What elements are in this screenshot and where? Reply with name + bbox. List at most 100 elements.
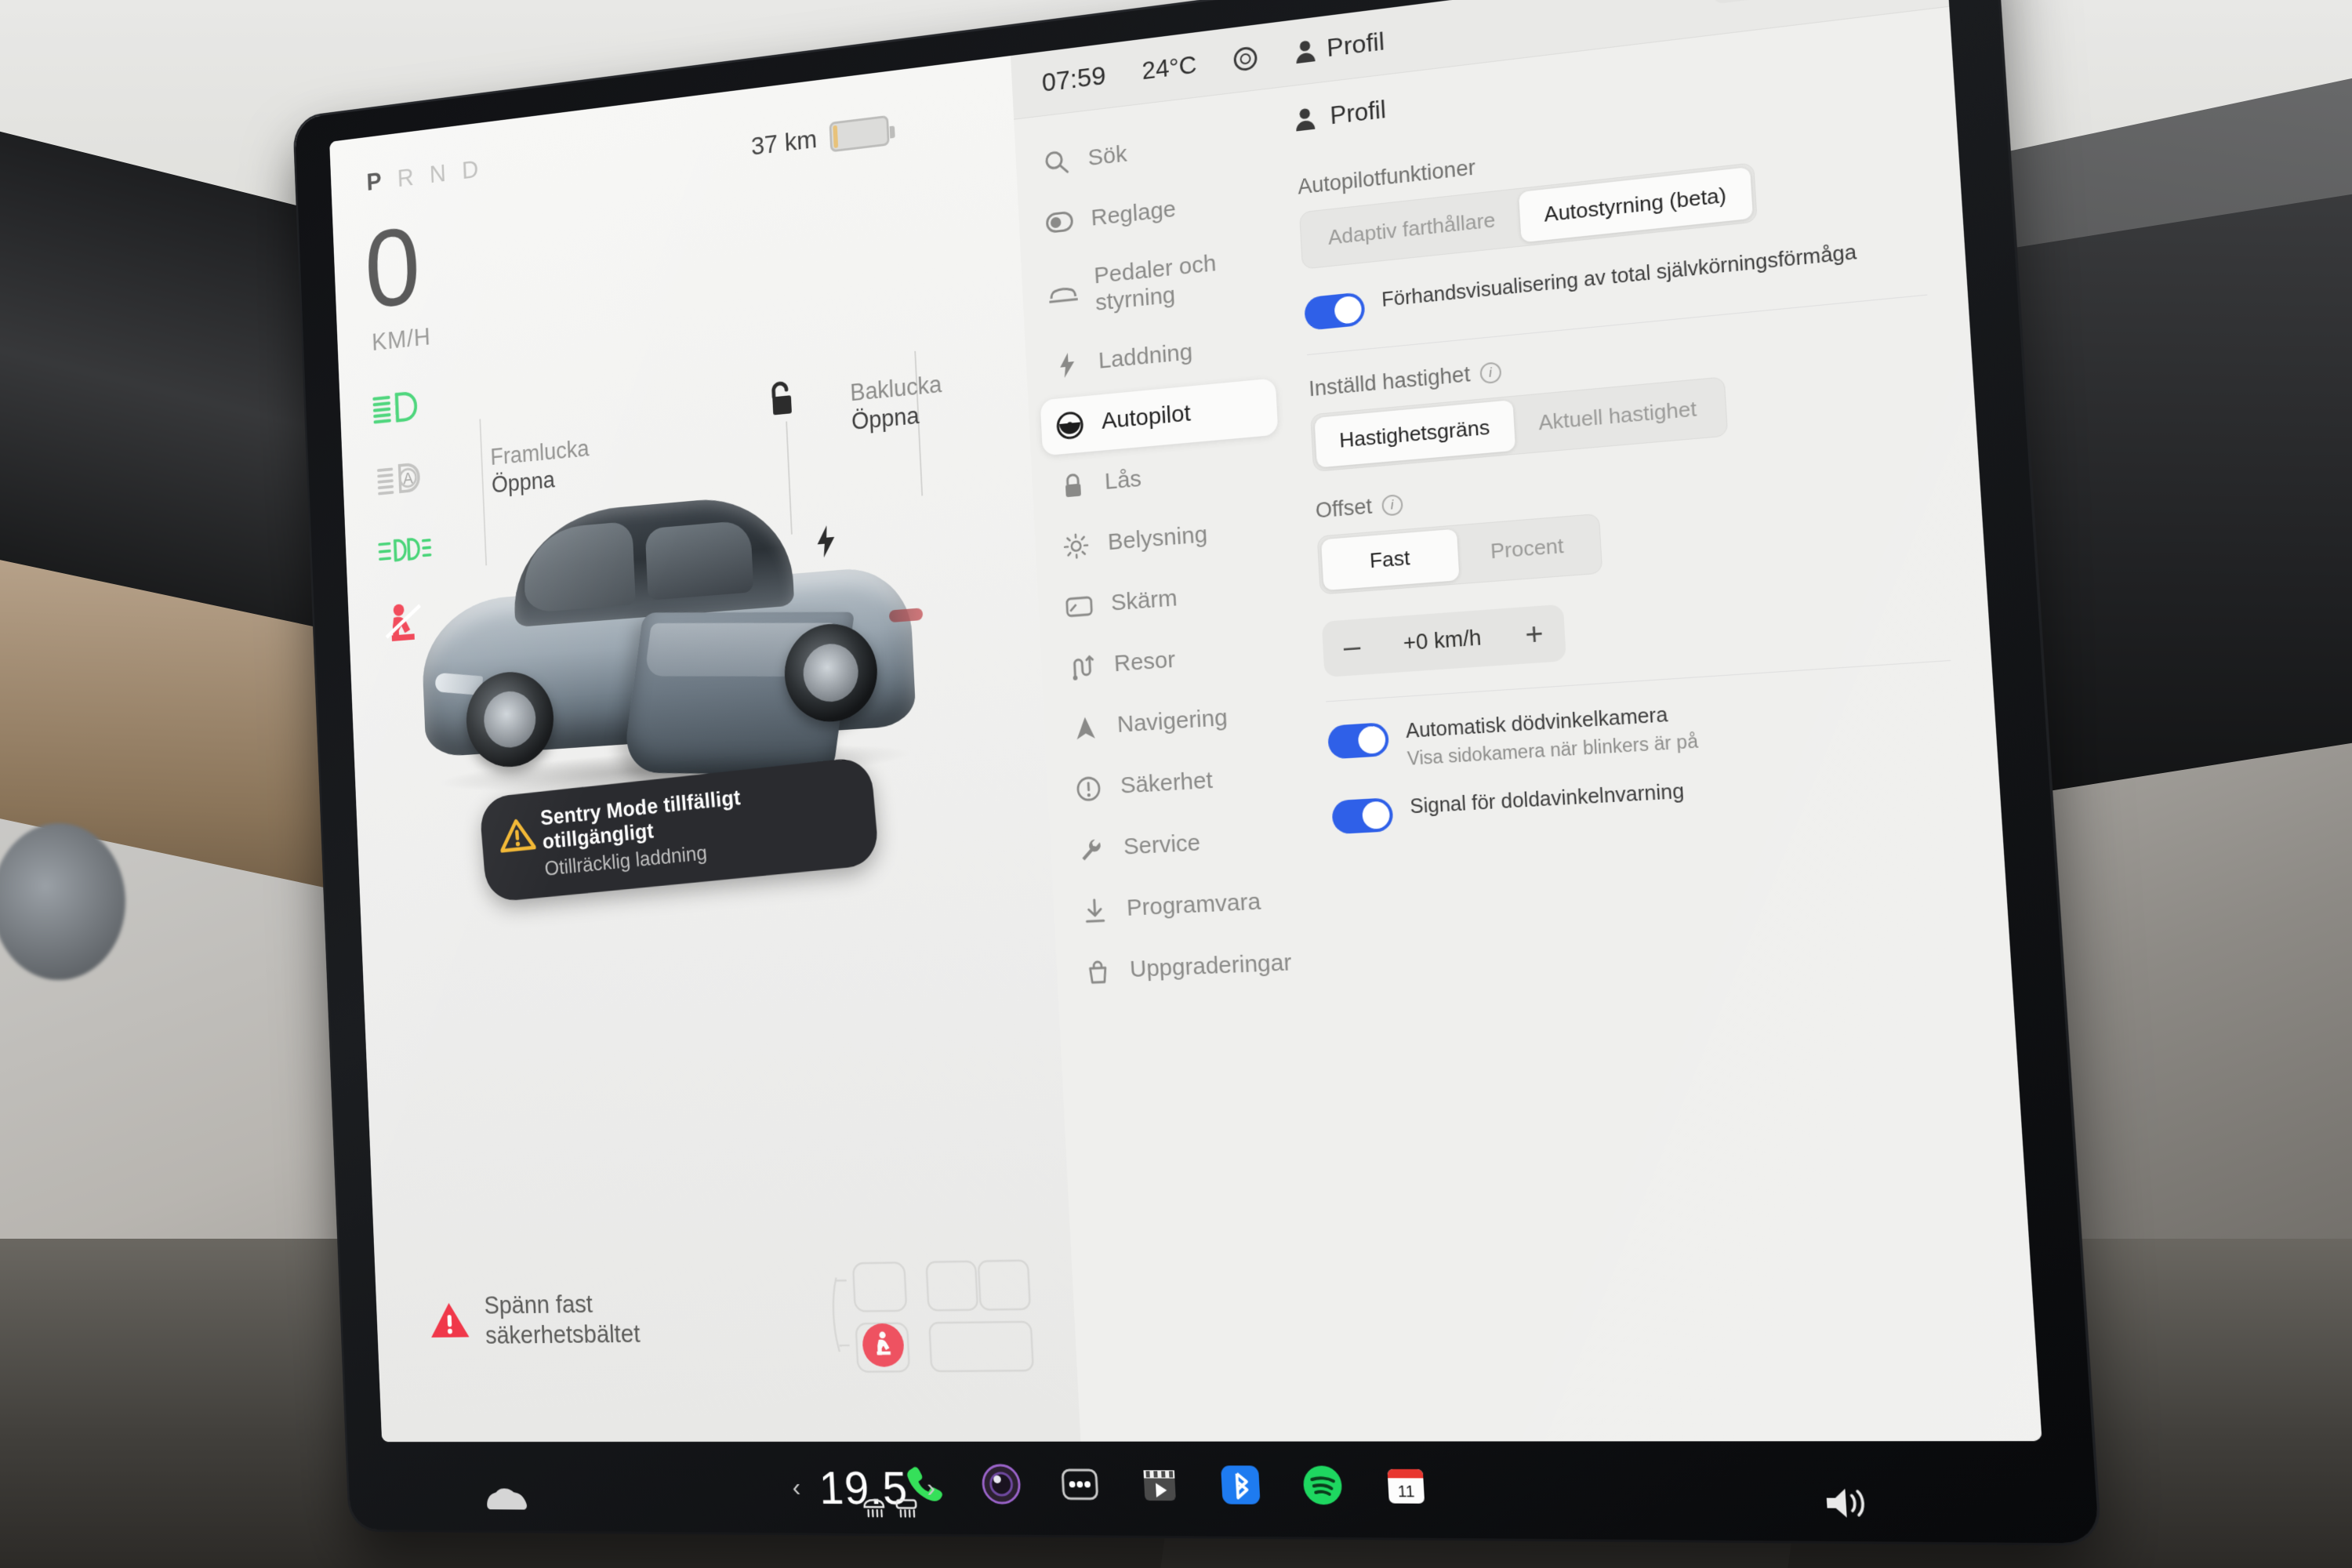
sidebar-item-display[interactable]: Skärm [1049, 562, 1288, 637]
blindspot-signal-toggle[interactable] [1331, 797, 1394, 835]
trunk-action[interactable]: Öppna [851, 399, 944, 437]
sidebar-item-software[interactable]: Programvara [1065, 872, 1305, 940]
segment-current-speed[interactable]: Aktuell hastighet [1512, 381, 1723, 451]
sidebar-item-label: Autopilot [1101, 400, 1192, 434]
warning-alert-icon [430, 1302, 470, 1338]
sidebar-item-label: Uppgraderingar [1129, 949, 1293, 983]
statusbar-profile-button[interactable]: Profil [1294, 27, 1385, 67]
seatbelt-warning-text: Spänn fast säkerhetsbältet [484, 1288, 641, 1351]
segment-autosteer[interactable]: Autostyrning (beta) [1518, 166, 1754, 243]
light-icon [1060, 529, 1091, 563]
trunk-control[interactable]: Baklucka Öppna [849, 370, 943, 437]
bluetooth-icon[interactable] [1218, 1462, 1264, 1508]
gear-d[interactable]: D [461, 155, 480, 186]
wrench-icon [1076, 833, 1108, 866]
blindspot-camera-row[interactable]: Automatisk dödvinkelkamera Visa sidokame… [1327, 684, 1956, 775]
offset-increase-button[interactable]: + [1524, 617, 1544, 652]
seatbelt-warning-line1: Spänn fast [483, 1289, 593, 1319]
unlock-icon[interactable] [764, 378, 797, 420]
settings-content: Sök Reglage Pedaler och styrning Laddnin… [1014, 7, 2042, 1442]
screen-surface: P R N D 0 KM/H A 37 km Framlucka Öppna B… [329, 0, 2042, 1443]
climate-increase-button[interactable]: › [926, 1473, 936, 1504]
climate-ring-icon[interactable] [1232, 45, 1258, 72]
offset-segmented[interactable]: Fast Procent [1316, 514, 1603, 595]
outside-temperature: 24°C [1141, 50, 1198, 85]
sidebar-item-label: Resor [1113, 646, 1176, 677]
gear-r[interactable]: R [397, 163, 416, 194]
defrost-buttons[interactable] [861, 1497, 920, 1519]
info-icon[interactable]: i [1381, 493, 1403, 517]
climate-control-bar[interactable]: ‹ 19.5 › [791, 1461, 937, 1515]
photo-scene: P R N D 0 KM/H A 37 km Framlucka Öppna B… [0, 0, 2352, 1568]
sidebar-item-service[interactable]: Service [1062, 810, 1301, 880]
dashcam-icon[interactable] [979, 1462, 1023, 1506]
sidebar-item-navigation[interactable]: Navigering [1055, 686, 1295, 758]
blindspot-camera-toggle[interactable] [1327, 721, 1390, 760]
gear-selector[interactable]: P R N D [366, 155, 481, 198]
more-icon[interactable] [1058, 1462, 1102, 1507]
seatbelt-warning: Spänn fast säkerhetsbältet [428, 1288, 641, 1351]
gear-p[interactable]: P [366, 167, 383, 197]
seat-overview[interactable] [823, 1250, 1053, 1401]
segment-offset-percent[interactable]: Procent [1457, 518, 1599, 580]
segment-offset-fixed[interactable]: Fast [1321, 528, 1460, 590]
vehicle-windshield [521, 521, 636, 614]
media-icon[interactable] [1137, 1462, 1182, 1507]
bag-icon [1082, 956, 1114, 989]
display-icon [1063, 590, 1095, 623]
calendar-day: 11 [1397, 1483, 1415, 1501]
vehicle-side-window [644, 520, 754, 601]
sidebar-item-label: Lås [1104, 466, 1142, 495]
calendar-icon[interactable]: 11 [1382, 1463, 1430, 1509]
sidebar-item-upgrades[interactable]: Uppgraderingar [1068, 934, 1308, 1001]
lock-icon [1057, 469, 1088, 503]
sidebar-item-label: Skärm [1110, 585, 1178, 616]
speed-value: 0 [362, 204, 423, 332]
climate-decrease-button[interactable]: ‹ [792, 1472, 801, 1503]
speed-unit: KM/H [371, 322, 432, 357]
statusbar-profile-label: Profil [1326, 27, 1385, 63]
autopilot-settings-pane: Profil Autopilotfunktioner Adaptiv farth… [1272, 7, 2042, 1442]
info-icon[interactable]: i [1479, 361, 1502, 384]
rear-defrost-icon[interactable] [894, 1497, 920, 1519]
sidebar-item-safety[interactable]: Säkerhet [1058, 748, 1298, 818]
download-icon [1079, 894, 1111, 927]
segment-speed-limit[interactable]: Hastighetsgräns [1314, 400, 1516, 468]
vehicle-taillight [888, 608, 924, 623]
blindspot-camera-text: Automatisk dödvinkelkamera Visa sidokame… [1405, 700, 1699, 771]
front-defrost-icon[interactable] [861, 1497, 887, 1519]
safety-icon [1073, 772, 1105, 805]
sidebar-item-label: Belysning [1107, 521, 1208, 556]
steering-wheel-icon [1054, 408, 1086, 442]
segment-adaptive-cruise[interactable]: Adaptiv farthållare [1303, 192, 1521, 265]
spotify-icon[interactable] [1299, 1462, 1346, 1508]
controls-icon [1044, 205, 1075, 239]
app-dock[interactable]: 11 [382, 1446, 2047, 1530]
search-icon [1040, 145, 1072, 180]
sos-button[interactable]: SOS [1711, 0, 1798, 5]
volume-icon[interactable] [1822, 1483, 1875, 1523]
range-display[interactable]: 37 km [750, 114, 890, 162]
seatbelt-warning-line2: säkerhetsbältet [485, 1319, 641, 1349]
warning-triangle-icon [498, 816, 536, 854]
offset-decrease-button[interactable]: – [1343, 630, 1362, 664]
gear-n[interactable]: N [429, 159, 448, 190]
sidebar-item-label: Sök [1087, 140, 1128, 171]
sidebar-item-label: Pedaler och styrning [1093, 250, 1218, 316]
sidebar-item-label: Navigering [1116, 704, 1229, 739]
bolt-icon [1051, 348, 1083, 382]
offset-stepper[interactable]: – +0 km/h + [1321, 604, 1566, 677]
background-air-vent [0, 823, 125, 980]
offset-value: +0 km/h [1403, 625, 1483, 655]
fsd-visualization-toggle[interactable] [1304, 292, 1366, 332]
navigation-icon [1069, 711, 1102, 744]
person-icon [1295, 107, 1316, 132]
sidebar-item-label: Säkerhet [1120, 767, 1214, 799]
sidebar-item-trips[interactable]: Resor [1052, 624, 1291, 697]
clock: 07:59 [1041, 60, 1107, 98]
tesla-touchscreen[interactable]: P R N D 0 KM/H A 37 km Framlucka Öppna B… [294, 0, 2100, 1544]
low-beam-icon [370, 384, 427, 430]
sidebar-item-label: Reglage [1090, 195, 1177, 231]
statusbar-right-group: SOS [1711, 0, 1932, 7]
blindspot-signal-row[interactable]: Signal för doldavinkelnvarning [1331, 764, 1960, 835]
